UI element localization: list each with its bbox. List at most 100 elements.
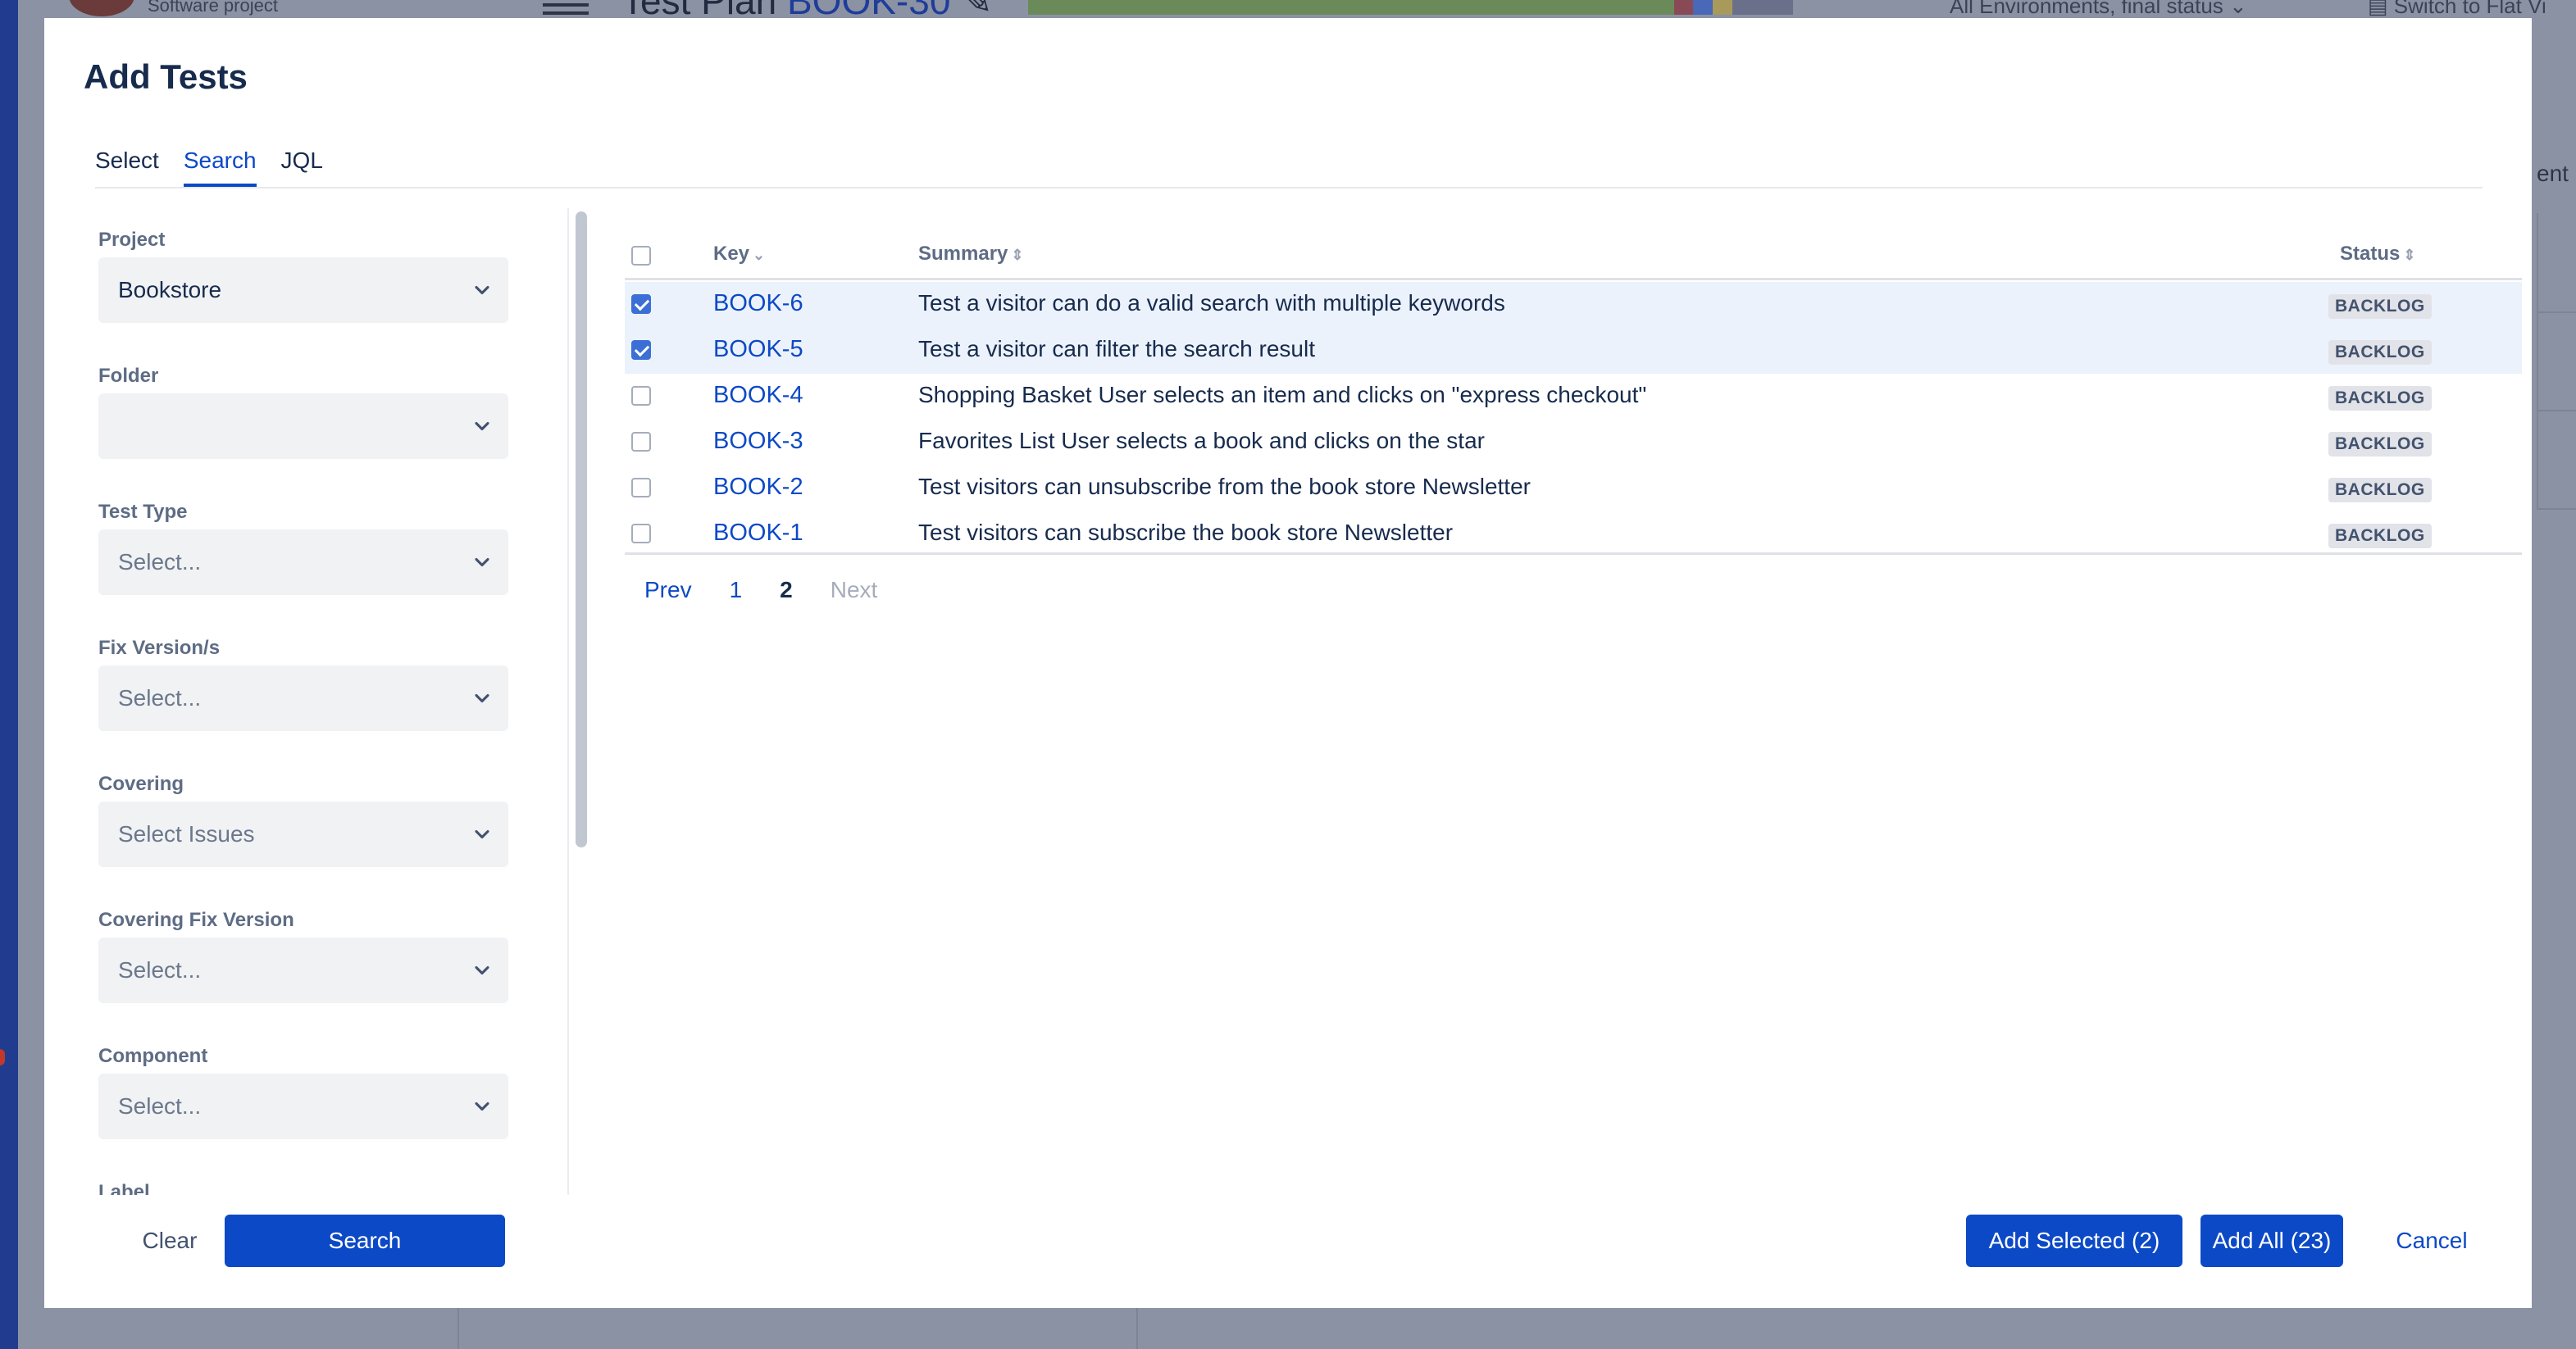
page-link-1[interactable]: 1 [730,577,743,603]
fix-version-filter: Fix Version/s Select... [98,631,508,731]
chevron-down-icon [475,421,489,431]
environment-filter: All Environments, final status ⌄ [1950,0,2247,18]
project-filter-label: Project [98,229,166,251]
table-bottom-border [625,552,2522,555]
progress-segment [1713,0,1733,15]
cancel-button[interactable]: Cancel [2376,1215,2487,1267]
issue-key-link[interactable]: BOOK-5 [713,336,803,363]
fix-version-select[interactable]: Select... [98,665,508,731]
tab-divider [95,187,2483,188]
test-plan-progress-bar [1028,0,1915,15]
chevron-down-icon [475,1101,489,1111]
issue-key-link[interactable]: BOOK-2 [713,474,803,501]
background-text: ent [2537,161,2569,186]
background-divider [2537,213,2538,508]
add-selected-button[interactable]: Add Selected (2) [1966,1215,2182,1267]
component-filter: Component Select... [98,1039,508,1139]
table-row[interactable]: BOOK-2 Test visitors can unsubscribe fro… [625,466,2522,511]
status-badge: BACKLOG [2328,432,2432,456]
project-avatar [69,0,134,16]
row-checkbox[interactable] [631,478,651,497]
test-type-filter-label: Test Type [98,501,188,523]
sort-desc-icon: ⌄ [753,247,766,263]
table-row[interactable]: BOOK-1 Test visitors can subscribe the b… [625,511,2522,557]
filters-divider [567,208,569,1195]
label-filter-label: Label [98,1181,150,1195]
status-badge: BACKLOG [2328,478,2432,502]
table-row[interactable]: BOOK-6 Test a visitor can do a valid sea… [625,282,2522,328]
tab-select[interactable]: Select [95,148,159,187]
background-header: Software project Test Plan BOOK-30 ✎ All… [18,0,2576,22]
component-select[interactable]: Select... [98,1074,508,1139]
prev-page-link[interactable]: Prev [644,577,692,603]
row-checkbox[interactable] [631,294,651,314]
dialog-title: Add Tests [84,57,248,96]
background-sidebar [0,0,18,1349]
next-page-link: Next [830,577,878,602]
issue-summary: Test a visitor can do a valid search wit… [918,290,1505,316]
project-select-value: Bookstore [118,277,222,302]
issue-key-link[interactable]: BOOK-6 [713,290,803,317]
chevron-down-icon [475,285,489,295]
current-page: 2 [780,577,793,602]
background-divider [457,1308,459,1349]
covering-fix-version-filter: Covering Fix Version Select... [98,903,508,1003]
issue-summary: Test a visitor can filter the search res… [918,336,1315,361]
progress-segment [1693,0,1714,15]
background-divider [2537,508,2576,510]
row-checkbox[interactable] [631,432,651,452]
sort-icon: ⇕ [2403,247,2416,263]
status-badge: BACKLOG [2328,386,2432,411]
sort-icon: ⇕ [1011,247,1024,263]
issue-key-link[interactable]: BOOK-1 [713,520,803,547]
folder-select[interactable] [98,393,508,459]
covering-fix-version-select[interactable]: Select... [98,938,508,1003]
row-checkbox[interactable] [631,386,651,406]
select-all-checkbox[interactable] [631,246,651,266]
covering-fix-version-filter-label: Covering Fix Version [98,909,294,931]
test-type-placeholder: Select... [118,549,202,575]
project-filter: Project Bookstore [98,223,508,323]
background-indicator [0,1049,5,1065]
add-all-button[interactable]: Add All (23) [2201,1215,2343,1267]
tab-bar: Select Search JQL [95,148,348,187]
column-header-status[interactable]: Status ⇕ [2340,243,2415,266]
tab-jql[interactable]: JQL [281,148,323,187]
issue-key-link[interactable]: BOOK-3 [713,428,803,455]
add-tests-dialog: Add Tests Select Search JQL Project Book… [44,18,2532,1308]
progress-segment [1732,0,1793,15]
hamburger-icon [543,3,589,15]
chevron-down-icon [475,965,489,975]
search-button[interactable]: Search [225,1215,505,1267]
status-badge: BACKLOG [2328,524,2432,548]
row-checkbox[interactable] [631,340,651,360]
status-badge: BACKLOG [2328,340,2432,365]
project-select[interactable]: Bookstore [98,257,508,323]
issue-summary: Test visitors can subscribe the book sto… [918,520,1454,545]
issue-key-link[interactable]: BOOK-4 [713,382,803,409]
filters-scrollbar[interactable] [576,211,587,847]
covering-select[interactable]: Select Issues [98,802,508,867]
column-header-summary[interactable]: Summary ⇕ [918,243,1023,266]
project-subtitle: Software project [148,0,278,16]
issue-summary: Shopping Basket User selects an item and… [918,382,1647,407]
background-divider [2537,410,2576,411]
table-header: Key ⌄ Summary ⇕ Status ⇕ [625,231,2522,280]
component-filter-label: Component [98,1045,208,1067]
progress-segment [1028,0,1674,15]
table-row[interactable]: BOOK-3 Favorites List User selects a boo… [625,420,2522,466]
row-checkbox[interactable] [631,524,651,543]
tab-search[interactable]: Search [183,148,257,187]
chevron-down-icon [475,693,489,703]
table-row[interactable]: BOOK-5 Test a visitor can filter the sea… [625,328,2522,374]
test-type-filter: Test Type Select... [98,495,508,595]
clear-button[interactable]: Clear [116,1215,223,1267]
chevron-down-icon [475,829,489,839]
background-divider [1136,1308,1138,1349]
issue-summary: Favorites List User selects a book and c… [918,428,1485,453]
table-row[interactable]: BOOK-4 Shopping Basket User selects an i… [625,374,2522,420]
test-type-select[interactable]: Select... [98,529,508,595]
column-header-key[interactable]: Key ⌄ [713,243,765,266]
status-badge: BACKLOG [2328,294,2432,319]
switch-view-link: ▤ Switch to Flat Vi [2368,0,2546,18]
